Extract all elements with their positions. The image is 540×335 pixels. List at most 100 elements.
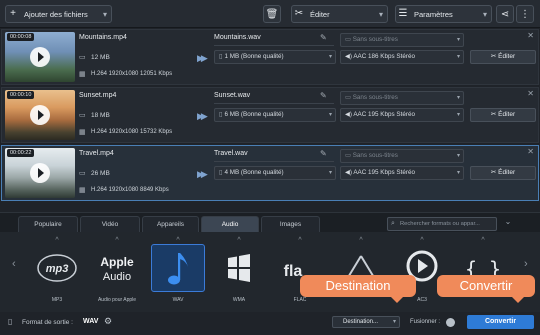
duration-badge: 00:00:08 — [7, 33, 35, 41]
tab-populaire[interactable]: Populaire — [18, 216, 78, 232]
chevron-up-icon[interactable]: ^ — [90, 237, 144, 244]
chevron-up-icon[interactable]: ^ — [456, 237, 510, 244]
format-search-input[interactable]: ⌕ Rechercher formats ou appar... — [387, 217, 497, 231]
play-icon[interactable] — [30, 163, 50, 183]
audio-dropdown[interactable]: ◀) AAC 186 Kbps Stéréo ▾ — [340, 50, 464, 64]
play-icon[interactable] — [30, 47, 50, 67]
add-files-button[interactable]: + Ajouter des fichiers ▾ — [5, 5, 112, 23]
subtitles-value: Sans sous-titres — [352, 152, 398, 159]
more-menu-icon[interactable]: ⋮ — [516, 5, 534, 23]
video-thumbnail[interactable]: 00:00:08 — [5, 32, 75, 82]
convert-callout: Convertir — [437, 275, 535, 303]
quality-dropdown[interactable]: ▯ 6 MB (Bonne qualité) ▾ — [214, 108, 336, 122]
close-icon[interactable]: ✕ — [527, 147, 534, 156]
film-icon: ▦ — [79, 129, 86, 136]
tab-video[interactable]: Vidéo — [80, 216, 140, 232]
windows-logo-icon — [228, 254, 250, 282]
convert-button[interactable]: Convertir — [467, 315, 534, 329]
settings-menu-button[interactable]: ☰ Paramètres ▾ — [395, 5, 492, 23]
chevron-up-icon[interactable]: ^ — [212, 237, 266, 244]
edit-label: Éditer — [310, 9, 330, 19]
edit-button[interactable]: ✂ Éditer — [470, 50, 536, 64]
share-icon[interactable]: ⋖ — [496, 5, 514, 23]
mp3-logo-icon: mp3 — [37, 254, 77, 282]
chevron-up-icon[interactable]: ^ — [151, 237, 205, 244]
file-icon: ▯ — [219, 53, 223, 60]
close-icon[interactable]: ✕ — [527, 89, 534, 98]
edit-button-label: Éditer — [498, 111, 516, 118]
callout-text: Convertir — [459, 278, 513, 293]
film-icon: ▦ — [79, 71, 86, 78]
film-icon: ▦ — [79, 187, 86, 194]
tab-label: Appareils — [156, 221, 185, 228]
tab-appareils[interactable]: Appareils — [142, 216, 199, 232]
format-tile-mp3[interactable]: mp3 — [30, 244, 84, 292]
svg-text:mp3: mp3 — [46, 263, 69, 275]
chevron-up-icon[interactable]: ^ — [395, 237, 449, 244]
file-row-selected[interactable]: 00:00:22 Travel.mp4 ▭ 26 MB ▦ H.264 1920… — [1, 145, 539, 201]
bottom-bar — [0, 312, 540, 335]
edit-button[interactable]: ✂ Éditer — [470, 166, 536, 180]
chevron-left-icon[interactable]: ‹ — [12, 258, 16, 270]
merge-label: Fusionner : — [410, 319, 441, 325]
search-placeholder: Rechercher formats ou appar... — [400, 221, 480, 227]
audio-value: AAC 195 Kbps Stéréo — [353, 111, 415, 118]
divider — [214, 103, 334, 104]
chevron-up-icon[interactable]: ^ — [334, 237, 388, 244]
format-label: WAV — [172, 297, 184, 303]
file-name: Mountains.mp4 — [79, 34, 127, 41]
merge-toggle[interactable] — [446, 318, 455, 327]
audio-dropdown[interactable]: ◀) AAC 195 Kbps Stéréo ▾ — [340, 166, 464, 180]
destination-button[interactable]: Destination... ▾ — [332, 316, 400, 328]
duration-badge: 00:00:22 — [7, 149, 35, 157]
format-tile-wma[interactable] — [212, 244, 266, 292]
file-size: 26 MB — [91, 170, 110, 177]
tab-audio[interactable]: Audio — [201, 216, 259, 232]
format-tile-apple-audio[interactable]: Apple Audio — [90, 244, 144, 292]
audio-dropdown[interactable]: ◀) AAC 195 Kbps Stéréo ▾ — [340, 108, 464, 122]
video-thumbnail[interactable]: 00:00:10 — [5, 90, 75, 140]
delete-icon[interactable]: 🗑 — [263, 5, 281, 23]
chevron-right-icon[interactable]: › — [524, 258, 528, 270]
chevron-up-icon[interactable]: ^ — [30, 237, 84, 244]
output-file-name[interactable]: Mountains.wav — [214, 34, 261, 41]
audio-value: AAC 195 Kbps Stéréo — [353, 169, 415, 176]
divider — [214, 161, 334, 162]
subtitles-dropdown[interactable]: ▭ Sans sous-titres ▾ — [340, 91, 464, 105]
chevron-down-icon: ▾ — [456, 95, 460, 101]
pencil-icon[interactable]: ✎ — [320, 149, 327, 158]
play-icon[interactable] — [30, 105, 50, 125]
subtitles-value: Sans sous-titres — [352, 94, 398, 101]
tab-images[interactable]: Images — [261, 216, 320, 232]
chevron-down-icon[interactable]: ⌄ — [502, 217, 514, 231]
quality-dropdown[interactable]: ▯ 1 MB (Bonne qualité) ▾ — [214, 50, 336, 64]
output-file-name[interactable]: Sunset.wav — [214, 92, 250, 99]
subtitles-dropdown[interactable]: ▭ Sans sous-titres ▾ — [340, 33, 464, 47]
chevron-down-icon: ▾ — [378, 9, 383, 19]
format-label: WMA — [232, 297, 246, 303]
file-row[interactable]: 00:00:08 Mountains.mp4 ▭ 12 MB ▦ H.264 1… — [1, 29, 539, 85]
subtitles-icon: ▭ — [345, 94, 353, 101]
edit-button[interactable]: ✂ Éditer — [470, 108, 536, 122]
duration-badge: 00:00:10 — [7, 91, 35, 99]
file-size: 12 MB — [91, 54, 110, 61]
chevron-down-icon: ▾ — [456, 54, 460, 60]
pencil-icon[interactable]: ✎ — [320, 91, 327, 100]
convert-button-label: Convertir — [484, 318, 517, 325]
output-file-name[interactable]: Travel.wav — [214, 150, 248, 157]
file-row[interactable]: 00:00:10 Sunset.mp4 ▭ 18 MB ▦ H.264 1920… — [1, 87, 539, 143]
video-thumbnail[interactable]: 00:00:22 — [5, 148, 75, 198]
convert-arrow-icon: ▶▶ — [197, 53, 208, 63]
settings-label: Paramètres — [414, 9, 453, 19]
file-icon: ▯ — [219, 111, 223, 118]
quality-dropdown[interactable]: ▯ 4 MB (Bonne qualité) ▾ — [214, 166, 336, 180]
edit-menu-button[interactable]: ✂ Éditer ▾ — [291, 5, 388, 23]
close-icon[interactable]: ✕ — [527, 31, 534, 40]
chevron-up-icon[interactable]: ^ — [273, 237, 327, 244]
format-tile-wav[interactable] — [151, 244, 205, 292]
add-files-label: Ajouter des fichiers — [24, 9, 88, 19]
subtitles-dropdown[interactable]: ▭ Sans sous-titres ▾ — [340, 149, 464, 163]
chevron-down-icon: ▾ — [102, 9, 107, 19]
gear-icon[interactable]: ⚙ — [104, 316, 112, 327]
pencil-icon[interactable]: ✎ — [320, 33, 327, 42]
